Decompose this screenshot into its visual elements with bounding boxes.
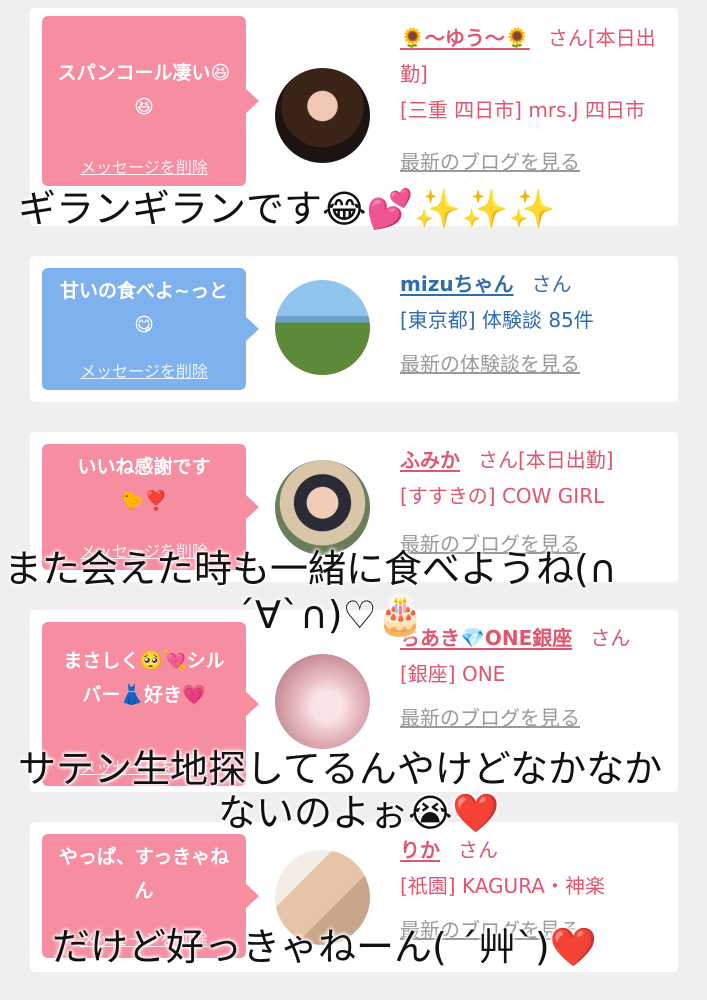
overlay-caption: だけど好っきゃねーん( ´艸`)❤️ (52, 925, 598, 969)
profile-info: ちあき💎ONE銀座 さん [銀座] ONE 最新のブログを見る (400, 620, 670, 736)
profile-name-link[interactable]: ちあき💎ONE銀座 (400, 626, 572, 650)
shop-info: [銀座] ONE (400, 662, 506, 686)
shop-info: [すすきの] COW GIRL (400, 484, 605, 508)
honorific: さん[本日出勤] (478, 448, 614, 472)
overlay-caption: ないのよぉ😭❤️ (218, 791, 500, 835)
message-text: スパンコール凄い😆😆 (57, 62, 231, 118)
avatar[interactable] (275, 68, 370, 163)
delete-message-link[interactable]: メッセージを削除 (42, 154, 246, 178)
shop-info: [東京都] 体験談 85件 (400, 308, 594, 332)
profile-name-link[interactable]: 🌻〜ゆう〜🌻 (400, 26, 530, 50)
profile-name-link[interactable]: mizuちゃん (400, 272, 514, 296)
profile-name-link[interactable]: りか (400, 838, 440, 862)
honorific: さん (458, 838, 498, 862)
honorific: さん (531, 272, 572, 296)
profile-info: mizuちゃん さん [東京都] 体験談 85件 最新の体験談を見る (400, 266, 670, 382)
overlay-caption: ギランギランです😂💕✨✨✨ (18, 187, 556, 231)
honorific: さん (590, 626, 631, 650)
profile-info: 🌻〜ゆう〜🌻 さん[本日出勤] [三重 四日市] mrs.J 四日市 最新のブログ… (400, 20, 670, 180)
message-text: やっぱ、すっきゃねん (58, 846, 230, 902)
avatar[interactable] (275, 654, 370, 749)
message-text: 甘いの食べよ~っと😋 (60, 280, 228, 336)
shop-info: [祇園] KAGURA・神楽 (400, 874, 605, 898)
message-bubble: 甘いの食べよ~っと😋 メッセージを削除 (42, 268, 259, 390)
message-text: まさしく🥺💘シルバー👗好き💗 (63, 650, 225, 706)
overlay-caption: サテン生地探してるんやけどなかなか (18, 747, 663, 791)
profile-name-link[interactable]: ふみか (400, 448, 460, 472)
message-text: いいね感謝です🐤❣️ (77, 456, 211, 512)
latest-review-link[interactable]: 最新の体験談を見る (400, 346, 670, 382)
message-card: 甘いの食べよ~っと😋 メッセージを削除 mizuちゃん さん [東京都] 体験談 … (30, 256, 678, 402)
delete-message-link[interactable]: メッセージを削除 (42, 358, 246, 382)
latest-blog-link[interactable]: 最新のブログを見る (400, 144, 670, 180)
shop-info: [三重 四日市] mrs.J 四日市 (400, 98, 646, 122)
overlay-caption: また会えた時も一緒に食べようね(∩ (4, 547, 617, 591)
message-bubble: スパンコール凄い😆😆 メッセージを削除 (42, 16, 259, 186)
profile-info: ふみか さん[本日出勤] [すすきの] COW GIRL 最新のブログを見る (400, 442, 670, 562)
overlay-caption: ´∀`∩)♡🎂 (236, 593, 425, 637)
latest-blog-link[interactable]: 最新のブログを見る (400, 700, 670, 736)
avatar[interactable] (275, 460, 370, 555)
avatar[interactable] (275, 280, 370, 375)
